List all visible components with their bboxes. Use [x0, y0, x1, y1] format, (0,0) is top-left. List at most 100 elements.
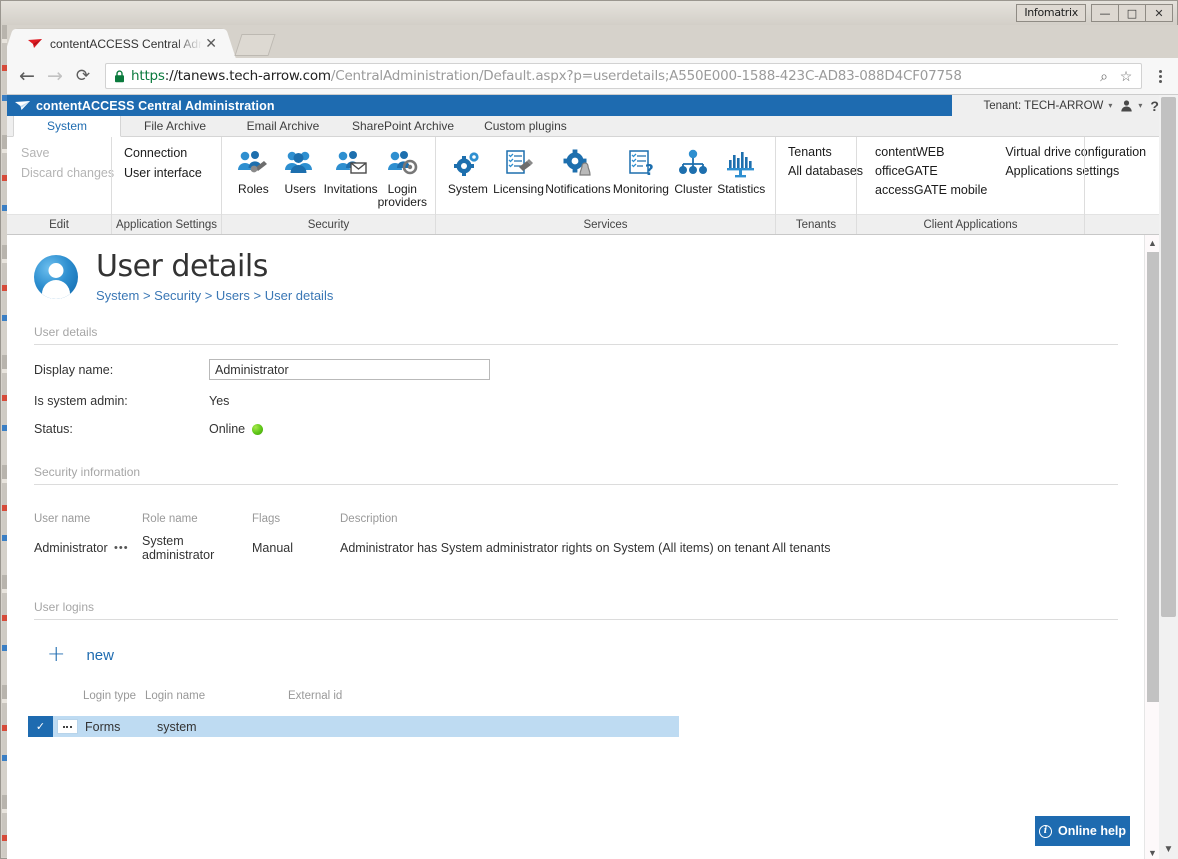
tenants-button[interactable]: Tenants: [788, 145, 863, 159]
ribbon-button-cluster[interactable]: Cluster: [671, 143, 715, 196]
label-is-system-admin: Is system admin:: [34, 394, 128, 408]
ribbon-tab-file-archive[interactable]: File Archive: [121, 116, 229, 136]
cluster-icon: [678, 145, 708, 179]
contentaccess-favicon-icon: [27, 36, 43, 52]
table-row[interactable]: Administrator ••• System administrator M…: [34, 534, 1178, 562]
window-buttons: — □ ✕: [1091, 4, 1173, 22]
officegate-button[interactable]: officeGATE: [875, 164, 987, 178]
ribbon-group-label-application-settings: Application Settings: [112, 214, 221, 234]
ribbon-button-monitoring[interactable]: ? Monitoring: [611, 143, 672, 196]
help-icon[interactable]: ?: [1150, 98, 1159, 114]
cell-login-type: Forms: [85, 719, 121, 734]
breadcrumb[interactable]: System > Security > Users > User details: [96, 288, 333, 303]
ribbon-tab-custom-plugins[interactable]: Custom plugins: [469, 116, 582, 136]
notifications-icon: [562, 145, 594, 179]
user-interface-button[interactable]: User interface: [120, 165, 206, 181]
new-login-button[interactable]: + new: [47, 644, 1178, 666]
ribbon-group-label-edit: Edit: [7, 214, 111, 234]
section-heading-user-logins: User logins: [34, 600, 1118, 620]
reload-icon[interactable]: ⟳: [69, 62, 97, 90]
new-login-label: new: [86, 646, 114, 664]
tenant-label[interactable]: Tenant: TECH-ARROW: [983, 100, 1103, 112]
user-logins-grid-header: Login type Login name External id: [7, 690, 1178, 702]
licensing-icon: [503, 145, 535, 179]
address-bar[interactable]: https://tanews.tech-arrow.com/CentralAdm…: [105, 63, 1142, 89]
accessgate-mobile-button[interactable]: accessGATE mobile: [875, 183, 987, 197]
info-icon: i: [1038, 824, 1052, 838]
ribbon-button-notifications[interactable]: Notifications: [545, 143, 611, 196]
column-description: Description: [340, 513, 398, 525]
status-online-dot-icon: [252, 423, 264, 435]
ribbon-label-statistics: Statistics: [717, 182, 766, 196]
contentweb-button[interactable]: contentWEB: [875, 145, 987, 159]
browser-tab-title: contentACCESS Central Adr: [50, 36, 203, 51]
ribbon-tab-sharepoint-archive[interactable]: SharePoint Archive: [337, 116, 469, 136]
row-context-menu-button[interactable]: [53, 716, 81, 737]
browser-scrollbar-thumb[interactable]: [1161, 97, 1176, 617]
monitoring-icon: ?: [625, 145, 657, 179]
ribbon-label-system: System: [447, 182, 488, 196]
online-help-button[interactable]: i Online help: [1035, 816, 1130, 846]
tab-close-icon[interactable]: ✕: [202, 35, 220, 53]
ribbon-button-invitations[interactable]: Invitations: [324, 143, 378, 196]
user-chevron-down-icon[interactable]: ▾: [1138, 101, 1142, 110]
ribbon-group-label-tenants: Tenants: [776, 214, 856, 234]
status-text: Online: [209, 422, 246, 436]
new-tab-button[interactable]: [234, 34, 276, 56]
connection-button[interactable]: Connection: [120, 145, 206, 161]
ribbon-body: Save Discard changes Edit Connection Use…: [7, 137, 1178, 234]
user-logins-grid: Login type Login name External id ✓ Form…: [7, 690, 1178, 737]
url-host: ://tanews.tech-arrow.com: [164, 68, 331, 84]
display-name-input[interactable]: [209, 359, 490, 380]
table-row[interactable]: ✓ Forms system: [28, 716, 679, 737]
value-status: Online: [209, 422, 264, 436]
scroll-down-icon[interactable]: ▼: [1145, 845, 1160, 859]
browser-tab[interactable]: contentACCESS Central Adr ✕: [15, 29, 225, 58]
browser-scrollbar[interactable]: ▼: [1159, 95, 1178, 859]
field-status: Status: Online: [34, 422, 1178, 436]
zoom-icon[interactable]: ⌕: [1093, 65, 1115, 87]
app-scrollbar-thumb[interactable]: [1147, 252, 1159, 702]
close-button[interactable]: ✕: [1145, 4, 1173, 22]
security-information-grid: User name Role name Flags Description Ad…: [34, 513, 1178, 562]
app-title: contentACCESS Central Administration: [36, 98, 275, 113]
scroll-up-icon[interactable]: ▲: [1145, 235, 1160, 250]
invitations-icon: [334, 145, 368, 179]
browser-window: contentACCESS Central Adr ✕ ← → ⟳ https:…: [7, 25, 1178, 859]
row-context-menu-icon[interactable]: •••: [114, 542, 142, 554]
user-avatar-icon: [34, 255, 78, 299]
system-gear-icon: [453, 145, 483, 179]
window-titlebar: Infomatrix — □ ✕: [1, 1, 1177, 25]
field-display-name: Display name:: [34, 359, 1178, 380]
browser-scroll-down-icon[interactable]: ▼: [1159, 840, 1178, 859]
cell-role-name: System administrator: [142, 534, 215, 562]
ribbon-tabs: System File Archive Email Archive ShareP…: [7, 116, 1178, 137]
column-login-name: Login name: [145, 690, 206, 702]
ribbon-button-statistics[interactable]: Statistics: [715, 143, 767, 196]
row-selected-checkmark-icon[interactable]: ✓: [28, 716, 53, 737]
ribbon-button-system[interactable]: System: [444, 143, 492, 196]
ribbon-button-login-providers[interactable]: Login providers: [378, 143, 427, 209]
browser-menu-icon[interactable]: [1148, 69, 1172, 83]
ribbon-tab-email-archive[interactable]: Email Archive: [229, 116, 337, 136]
tenant-chevron-down-icon[interactable]: ▾: [1108, 101, 1112, 110]
ribbon-button-users[interactable]: Users: [277, 143, 324, 196]
all-databases-button[interactable]: All databases: [788, 164, 863, 178]
back-icon[interactable]: ←: [13, 62, 41, 90]
maximize-button[interactable]: □: [1118, 4, 1146, 22]
contentaccess-logo-icon: [15, 99, 30, 112]
app-header: contentACCESS Central Administration Ten…: [7, 95, 1178, 116]
online-help-label: Online help: [1057, 824, 1127, 838]
bookmark-star-icon[interactable]: ☆: [1115, 65, 1137, 87]
value-is-system-admin: Yes: [209, 394, 230, 408]
ribbon-tab-system[interactable]: System: [13, 116, 121, 137]
ribbon-button-roles[interactable]: Roles: [230, 143, 277, 196]
ribbon-button-licensing[interactable]: Licensing: [492, 143, 545, 196]
user-account-icon[interactable]: [1120, 99, 1133, 112]
cell-flags: Manual: [252, 541, 293, 555]
ribbon-label-notifications: Notifications: [545, 182, 611, 196]
ribbon: System File Archive Email Archive ShareP…: [7, 116, 1178, 235]
minimize-button[interactable]: —: [1091, 4, 1119, 22]
forward-icon: →: [47, 65, 63, 87]
app-scrollbar[interactable]: ▲ ▼: [1144, 235, 1159, 859]
